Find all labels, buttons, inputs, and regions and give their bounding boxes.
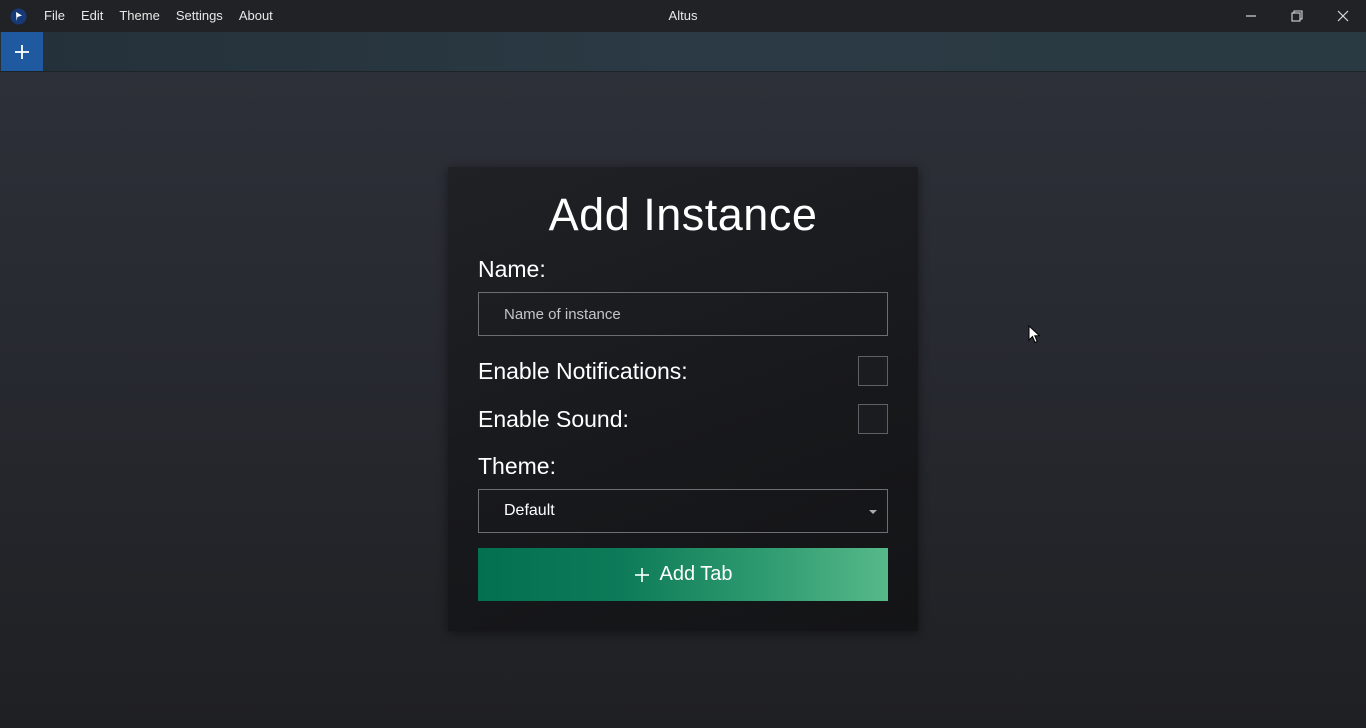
plus-icon bbox=[15, 44, 29, 59]
menu-theme[interactable]: Theme bbox=[111, 0, 167, 32]
sound-checkbox[interactable] bbox=[858, 404, 888, 434]
menu-about[interactable]: About bbox=[231, 0, 281, 32]
chevron-down-icon bbox=[869, 510, 877, 514]
add-tab-button[interactable] bbox=[1, 32, 43, 71]
add-tab-submit-button[interactable]: Add Tab bbox=[478, 548, 888, 601]
notifications-checkbox[interactable] bbox=[858, 356, 888, 386]
app-logo-icon bbox=[10, 8, 27, 25]
restore-button[interactable] bbox=[1274, 0, 1320, 32]
mouse-pointer-icon bbox=[1028, 325, 1041, 344]
notifications-label: Enable Notifications: bbox=[478, 358, 688, 384]
add-tab-submit-label: Add Tab bbox=[659, 563, 733, 585]
title-bar: File Edit Theme Settings About Altus bbox=[0, 0, 1366, 32]
add-instance-dialog: Add Instance Name: Enable Notifications:… bbox=[448, 167, 918, 631]
minimize-button[interactable] bbox=[1228, 0, 1274, 32]
dialog-title: Add Instance bbox=[548, 189, 818, 240]
plus-icon bbox=[633, 566, 651, 584]
menu-edit[interactable]: Edit bbox=[73, 0, 111, 32]
menu-settings[interactable]: Settings bbox=[168, 0, 231, 32]
theme-selected-value: Default bbox=[504, 502, 555, 519]
menu-file[interactable]: File bbox=[36, 0, 73, 32]
theme-select[interactable]: Default bbox=[478, 489, 888, 533]
name-input[interactable] bbox=[478, 292, 888, 336]
sound-label: Enable Sound: bbox=[478, 406, 629, 432]
name-label: Name: bbox=[478, 256, 546, 282]
minimize-icon bbox=[1246, 15, 1256, 17]
close-icon bbox=[1337, 10, 1349, 22]
restore-icon bbox=[1291, 10, 1303, 22]
theme-label: Theme: bbox=[478, 453, 556, 479]
tab-bar bbox=[0, 32, 1366, 72]
menu-bar: File Edit Theme Settings About bbox=[36, 0, 281, 32]
close-button[interactable] bbox=[1320, 0, 1366, 32]
